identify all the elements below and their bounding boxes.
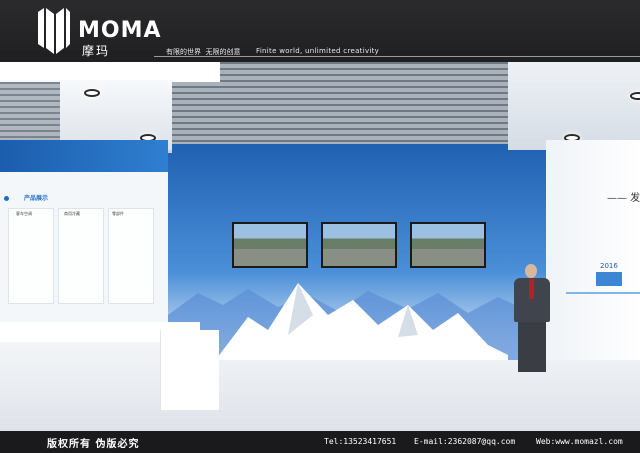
mountain-backdrop: [168, 283, 546, 370]
right-wall: [546, 140, 640, 370]
contact-tel: Tel:13523417651: [324, 437, 397, 446]
panel-label: 商用冷藏: [64, 211, 80, 216]
timeline-marker: [596, 272, 622, 286]
figure-head: [525, 264, 537, 278]
panel-label: 客车空调: [16, 211, 32, 216]
reception-counter-side: [160, 330, 219, 410]
ceiling-light: [630, 92, 640, 100]
ceiling-slats-left: [0, 82, 60, 140]
brand-name: MOMA: [78, 18, 162, 43]
header-band: MOMA 摩玛 有限的世界 无限的创意 Finite world, unlimi…: [0, 0, 640, 62]
product-section-title: 产品展示: [24, 195, 49, 202]
history-section-title: —— 发展历: [607, 193, 640, 204]
copyright-notice: 版权所有 伪版必究: [47, 439, 140, 450]
exhibition-rendering: MOMA 摩玛 有限的世界 无限的创意 Finite world, unlimi…: [0, 0, 640, 453]
ceiling-light: [84, 89, 100, 97]
tagline-en: Finite world, unlimited creativity: [256, 47, 380, 55]
footer-band: 版权所有 伪版必究 Tel:13523417651 E-mail:2362087…: [0, 431, 640, 453]
brand-name-cn: 摩玛: [82, 44, 111, 58]
figure-tie: [529, 279, 534, 299]
reception-counter: [0, 342, 170, 404]
display-screen: [232, 222, 308, 268]
timeline-year: 2016: [600, 262, 618, 270]
header-divider: [154, 56, 640, 57]
product-panel: [58, 208, 104, 304]
product-panel: [8, 208, 54, 304]
contact-web: Web:www.momazl.com: [536, 437, 623, 446]
product-panel: [108, 208, 154, 304]
panel-label: 零部件: [112, 211, 124, 216]
timeline-line: [566, 292, 640, 294]
ceiling-beam-left: [0, 62, 220, 82]
moma-logo-icon: [38, 8, 70, 54]
display-screen: [321, 222, 397, 268]
left-wall-blue-band: [0, 140, 168, 172]
figure-legs: [518, 320, 546, 372]
contact-email: E-mail:2362087@qq.com: [414, 437, 516, 446]
display-screen: [410, 222, 486, 268]
section-dot-icon: [4, 196, 9, 201]
